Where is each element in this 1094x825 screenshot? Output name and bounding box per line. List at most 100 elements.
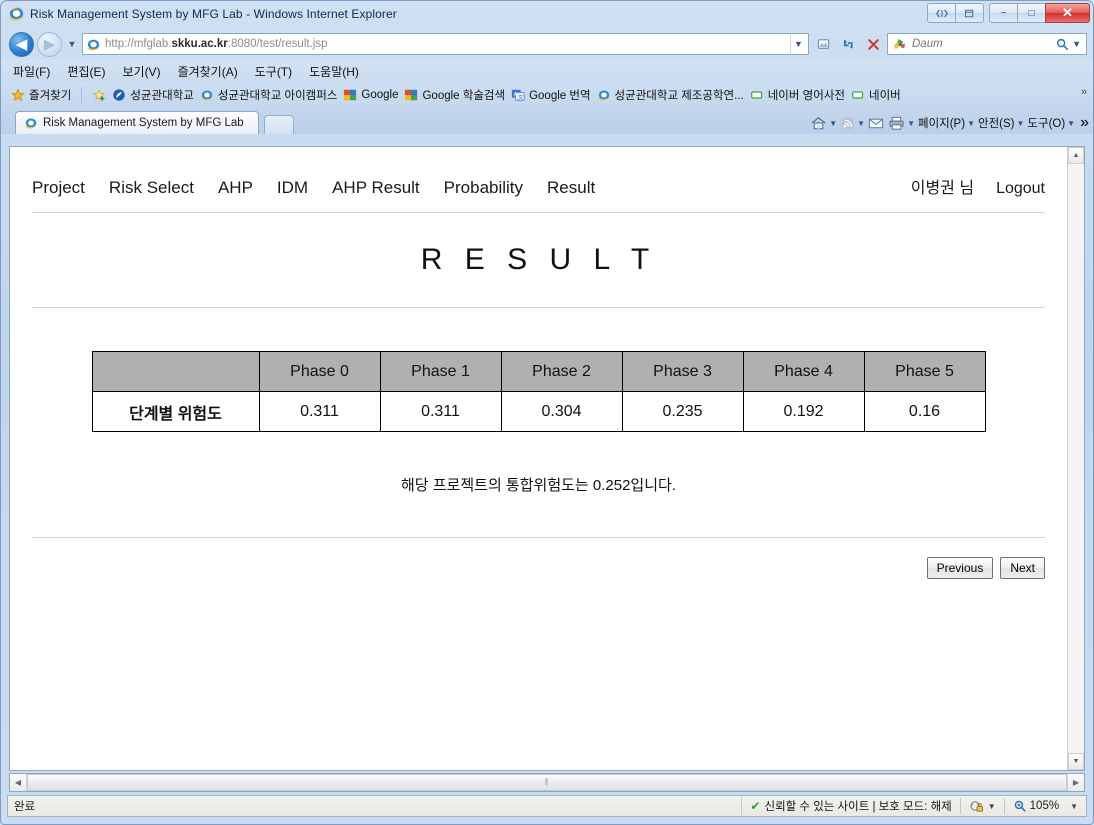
favorite-label: Google 번역: [529, 89, 591, 102]
favorite-item-naver[interactable]: 네이버: [851, 87, 901, 103]
safety-menu-button[interactable]: 안전(S) ▼: [978, 115, 1024, 131]
web-page: Project Risk Select AHP IDM AHP Result P…: [10, 147, 1067, 770]
google-icon: [404, 88, 418, 102]
privacy-settings-button[interactable]: ▼: [969, 799, 996, 814]
horizontal-scroll-thumb[interactable]: ⦀: [27, 774, 1067, 791]
status-divider: [959, 798, 961, 814]
logout-link[interactable]: Logout: [996, 180, 1045, 198]
security-zone-area[interactable]: ✔ 신뢰할 수 있는 사이트 | 보호 모드: 해제: [741, 797, 952, 815]
content-frame: Project Risk Select AHP IDM AHP Result P…: [9, 146, 1085, 771]
favorite-item-skku-mfglab[interactable]: 성균관대학교 제조공학연...: [597, 87, 744, 103]
search-box[interactable]: Daum ▼: [887, 33, 1087, 55]
compatibility-view-toolbar-button[interactable]: [812, 33, 834, 55]
search-magnifier-icon[interactable]: [1055, 37, 1069, 51]
menu-edit[interactable]: 편집(E): [67, 63, 105, 80]
page-menu-caret-icon[interactable]: ▼: [967, 119, 975, 128]
menu-favorites[interactable]: 즐겨찾기(A): [178, 63, 238, 80]
favorite-item-skku[interactable]: 성균관대학교: [112, 87, 194, 103]
home-caret-icon[interactable]: ▼: [829, 119, 837, 128]
address-dropdown-caret-icon[interactable]: ▼: [790, 35, 806, 53]
menu-tools[interactable]: 도구(T): [255, 63, 292, 80]
zoom-control[interactable]: 105% ▼: [1013, 799, 1084, 813]
scroll-right-button[interactable]: ▶: [1067, 774, 1084, 791]
address-bar[interactable]: http://mfglab.skku.ac.kr:8080/test/resul…: [82, 33, 809, 55]
recent-pages-caret-icon[interactable]: ▼: [65, 39, 79, 49]
nav-ahp-result[interactable]: AHP Result: [332, 178, 420, 198]
page-vertical-scrollbar[interactable]: ▲ ▼: [1067, 147, 1084, 770]
compatibility-view-button[interactable]: [927, 3, 956, 23]
address-url-text: http://mfglab.skku.ac.kr:8080/test/resul…: [105, 38, 790, 50]
stop-button[interactable]: [862, 33, 884, 55]
tools-menu-button[interactable]: 도구(O) ▼: [1027, 115, 1075, 131]
menu-view[interactable]: 보기(V): [122, 63, 160, 80]
minimize-button[interactable]: −: [989, 3, 1018, 23]
previous-button[interactable]: Previous: [926, 557, 994, 579]
page-title: R E S U L T: [32, 213, 1045, 308]
scroll-down-button[interactable]: ▼: [1068, 753, 1084, 770]
check-icon: ✔: [750, 799, 761, 813]
new-tab-button[interactable]: [263, 115, 294, 134]
nav-risk-select[interactable]: Risk Select: [109, 178, 194, 198]
print-button[interactable]: ▼: [888, 115, 915, 131]
ie-icon: [24, 116, 38, 130]
favorite-item-google[interactable]: Google: [343, 88, 398, 102]
current-user-label: 이병권 님: [910, 180, 975, 197]
ie-icon: [200, 88, 214, 102]
naver-icon: [750, 89, 764, 101]
table-corner-header: [91, 351, 260, 392]
print-caret-icon[interactable]: ▼: [907, 119, 915, 128]
favorite-item-google-scholar[interactable]: Google 학술검색: [404, 87, 505, 103]
safety-menu-caret-icon[interactable]: ▼: [1016, 119, 1024, 128]
scroll-left-button[interactable]: ◀: [10, 774, 27, 791]
favorites-bar-button[interactable]: 즐겨찾기: [11, 87, 71, 103]
privacy-lock-icon: [969, 799, 984, 814]
menu-help[interactable]: 도움말(H): [309, 63, 359, 80]
add-to-favorites-bar-button[interactable]: [92, 88, 106, 102]
page-menu-button[interactable]: 페이지(P) ▼: [918, 115, 975, 131]
url-prefix: http://mfglab.: [105, 38, 172, 50]
zoom-caret-icon[interactable]: ▼: [1070, 802, 1078, 811]
privacy-caret-icon[interactable]: ▼: [988, 802, 996, 811]
scroll-up-button[interactable]: ▲: [1068, 147, 1084, 164]
refresh-button[interactable]: [837, 33, 859, 55]
favorite-item-icampus[interactable]: 성균관대학교 아이캠퍼스: [200, 87, 337, 103]
favorites-overflow-icon[interactable]: »: [1081, 86, 1087, 98]
nav-idm[interactable]: IDM: [277, 178, 308, 198]
search-dropdown-caret-icon[interactable]: ▼: [1072, 39, 1081, 49]
column-header-phase-1: Phase 1: [379, 351, 502, 392]
vertical-scroll-track[interactable]: [1068, 164, 1084, 753]
favorite-item-naver-dict[interactable]: 네이버 영어사전: [750, 87, 845, 103]
row-header-phase-risk: 단계별 위험도: [91, 391, 260, 432]
menu-file[interactable]: 파일(F): [13, 63, 50, 80]
search-input-placeholder[interactable]: Daum: [912, 38, 1055, 50]
restore-down-group-button[interactable]: [955, 3, 984, 23]
tab-risk-management-system[interactable]: Risk Management System by MFG Lab: [15, 111, 259, 134]
mail-icon: [868, 116, 885, 130]
back-button[interactable]: ◀: [9, 31, 34, 57]
tab-bar: Risk Management System by MFG Lab ▼ ▼ ▼ …: [1, 107, 1093, 134]
url-domain: skku.ac.kr: [171, 38, 228, 50]
status-bar: 완료 ✔ 신뢰할 수 있는 사이트 | 보호 모드: 해제 ▼ 105% ▼: [7, 795, 1087, 817]
nav-probability[interactable]: Probability: [444, 178, 523, 198]
cell-phase-4-value: 0.192: [742, 391, 865, 432]
next-button[interactable]: Next: [1000, 557, 1045, 579]
command-bar-overflow-icon[interactable]: »: [1080, 114, 1089, 132]
nav-result[interactable]: Result: [547, 178, 595, 198]
favorite-item-google-translate[interactable]: A 文 Google 번역: [511, 87, 591, 103]
nav-ahp[interactable]: AHP: [218, 178, 253, 198]
feeds-button[interactable]: ▼: [840, 116, 865, 131]
zoom-magnifier-icon: [1013, 799, 1027, 813]
mail-button[interactable]: [868, 116, 885, 130]
command-bar: ▼ ▼ ▼ 페이지(P) ▼ 안전(S) ▼ 도구(O) ▼ »: [810, 114, 1089, 132]
favorite-label: Google 학술검색: [422, 89, 506, 102]
nav-project[interactable]: Project: [32, 178, 85, 198]
forward-button[interactable]: ▶: [37, 31, 62, 57]
maximize-button[interactable]: □: [1017, 3, 1046, 23]
column-header-phase-2: Phase 2: [500, 351, 623, 392]
favorites-bar-label: 즐겨찾기: [29, 89, 72, 102]
home-button[interactable]: ▼: [810, 115, 837, 131]
feeds-caret-icon[interactable]: ▼: [857, 119, 865, 128]
page-horizontal-scrollbar[interactable]: ◀ ⦀ ▶: [9, 773, 1085, 792]
close-button[interactable]: ✕: [1045, 3, 1090, 23]
tools-menu-caret-icon[interactable]: ▼: [1067, 119, 1075, 128]
